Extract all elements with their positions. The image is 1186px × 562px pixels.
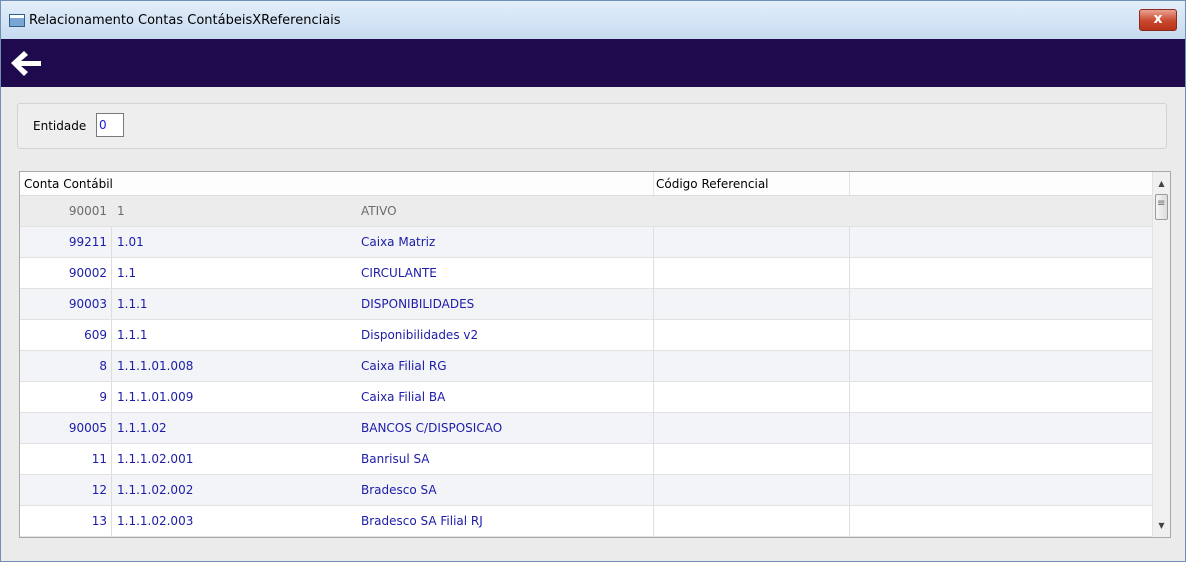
cell-code: 1.1.1.02.001 xyxy=(117,452,194,466)
col-conta-contabil[interactable]: Conta Contábil xyxy=(24,177,113,191)
cell-divider xyxy=(111,227,112,257)
cell-divider xyxy=(849,227,850,257)
cell-id: 13 xyxy=(91,514,107,528)
cell-desc: Bradesco SA Filial RJ xyxy=(361,514,483,528)
back-button[interactable] xyxy=(5,45,45,81)
cell-divider xyxy=(653,258,654,288)
cell-divider xyxy=(849,320,850,350)
cell-desc: Bradesco SA xyxy=(361,483,437,497)
cell-id: 90002 xyxy=(68,266,107,280)
cell-desc: DISPONIBILIDADES xyxy=(361,297,475,311)
cell-id: 8 xyxy=(99,359,107,373)
cell-code: 1.1.1 xyxy=(117,297,148,311)
table-row[interactable]: 90005 1.1.1.02 BANCOS C/DISPOSICAO xyxy=(20,413,1152,444)
scroll-up-icon[interactable]: ▲ xyxy=(1157,179,1166,188)
cell-desc: Caixa Filial RG xyxy=(361,359,447,373)
entidade-input[interactable] xyxy=(96,113,124,137)
cell-code: 1.01 xyxy=(117,235,144,249)
cell-divider xyxy=(653,351,654,381)
cell-divider xyxy=(653,289,654,319)
scroll-down-icon[interactable]: ▼ xyxy=(1157,521,1166,530)
cell-divider xyxy=(111,475,112,505)
cell-divider xyxy=(111,320,112,350)
header-separator xyxy=(849,172,850,195)
cell-id: 11 xyxy=(91,452,107,466)
cell-divider xyxy=(111,413,112,443)
cell-desc: BANCOS C/DISPOSICAO xyxy=(361,421,503,435)
cell-id: 12 xyxy=(91,483,107,497)
toolbar xyxy=(1,39,1185,87)
cell-divider xyxy=(111,382,112,412)
filter-panel: Entidade xyxy=(17,103,1167,149)
cell-divider xyxy=(653,444,654,474)
cell-desc: ATIVO xyxy=(361,204,397,218)
cell-divider xyxy=(849,475,850,505)
cell-code: 1.1.1.01.008 xyxy=(117,359,194,373)
entidade-label: Entidade xyxy=(33,119,87,133)
cell-id: 609 xyxy=(84,328,107,342)
main-window: Relacionamento Contas ContábeisXReferenc… xyxy=(0,0,1186,562)
table-row[interactable]: 90002 1.1 CIRCULANTE xyxy=(20,258,1152,289)
cell-id: 90005 xyxy=(68,421,107,435)
window-title: Relacionamento Contas ContábeisXReferenc… xyxy=(29,13,341,28)
table-row[interactable]: 609 1.1.1 Disponibilidades v2 xyxy=(20,320,1152,351)
cell-code: 1.1.1 xyxy=(117,328,148,342)
cell-id: 9 xyxy=(99,390,107,404)
table-row[interactable]: 90003 1.1.1 DISPONIBILIDADES xyxy=(20,289,1152,320)
cell-code: 1.1.1.02 xyxy=(117,421,167,435)
cell-divider xyxy=(849,506,850,536)
col-codigo-referencial[interactable]: Código Referencial xyxy=(656,177,769,191)
cell-divider xyxy=(849,258,850,288)
table-row[interactable]: 13 1.1.1.02.003 Bradesco SA Filial RJ xyxy=(20,506,1152,537)
grid-body: 90001 1 ATIVO 99211 1.01 Caixa Matriz 90… xyxy=(20,196,1152,537)
cell-id: 90003 xyxy=(68,297,107,311)
cell-divider xyxy=(849,413,850,443)
cell-divider xyxy=(849,289,850,319)
cell-code: 1.1.1.01.009 xyxy=(117,390,194,404)
cell-desc: Caixa Matriz xyxy=(361,235,436,249)
app-window-icon xyxy=(9,14,25,27)
cell-divider xyxy=(653,320,654,350)
table-row[interactable]: 99211 1.01 Caixa Matriz xyxy=(20,227,1152,258)
cell-divider xyxy=(849,444,850,474)
cell-divider xyxy=(653,413,654,443)
cell-desc: CIRCULANTE xyxy=(361,266,437,280)
cell-divider xyxy=(111,289,112,319)
table-row[interactable]: 90001 1 ATIVO xyxy=(20,196,1152,227)
cell-divider xyxy=(849,351,850,381)
accounts-grid[interactable]: Conta Contábil Código Referencial 90001 … xyxy=(19,171,1171,538)
cell-divider xyxy=(653,382,654,412)
cell-divider xyxy=(653,506,654,536)
vertical-scrollbar[interactable]: ▲ ▼ xyxy=(1152,172,1170,537)
cell-divider xyxy=(111,506,112,536)
content-area: Entidade Conta Contábil Código Referenci… xyxy=(1,87,1185,561)
cell-id: 90001 xyxy=(68,204,107,218)
cell-code: 1.1.1.02.002 xyxy=(117,483,194,497)
cell-id: 99211 xyxy=(68,235,107,249)
close-icon: x xyxy=(1153,11,1163,27)
cell-divider xyxy=(111,258,112,288)
scroll-thumb[interactable] xyxy=(1155,194,1168,220)
arrow-left-icon xyxy=(11,51,41,76)
cell-desc: Caixa Filial BA xyxy=(361,390,446,404)
cell-code: 1.1.1.02.003 xyxy=(117,514,194,528)
table-row[interactable]: 11 1.1.1.02.001 Banrisul SA xyxy=(20,444,1152,475)
cell-desc: Disponibilidades v2 xyxy=(361,328,479,342)
cell-code: 1 xyxy=(117,204,125,218)
table-row[interactable]: 8 1.1.1.01.008 Caixa Filial RG xyxy=(20,351,1152,382)
grid-header: Conta Contábil Código Referencial xyxy=(20,172,1152,196)
cell-code: 1.1 xyxy=(117,266,137,280)
table-row[interactable]: 12 1.1.1.02.002 Bradesco SA xyxy=(20,475,1152,506)
cell-divider xyxy=(111,351,112,381)
cell-desc: Banrisul SA xyxy=(361,452,430,466)
cell-divider xyxy=(849,382,850,412)
close-button[interactable]: x xyxy=(1139,9,1177,31)
title-bar[interactable]: Relacionamento Contas ContábeisXReferenc… xyxy=(1,1,1185,39)
header-separator xyxy=(653,172,654,195)
cell-divider xyxy=(111,444,112,474)
cell-divider xyxy=(653,227,654,257)
table-row[interactable]: 9 1.1.1.01.009 Caixa Filial BA xyxy=(20,382,1152,413)
cell-divider xyxy=(653,475,654,505)
